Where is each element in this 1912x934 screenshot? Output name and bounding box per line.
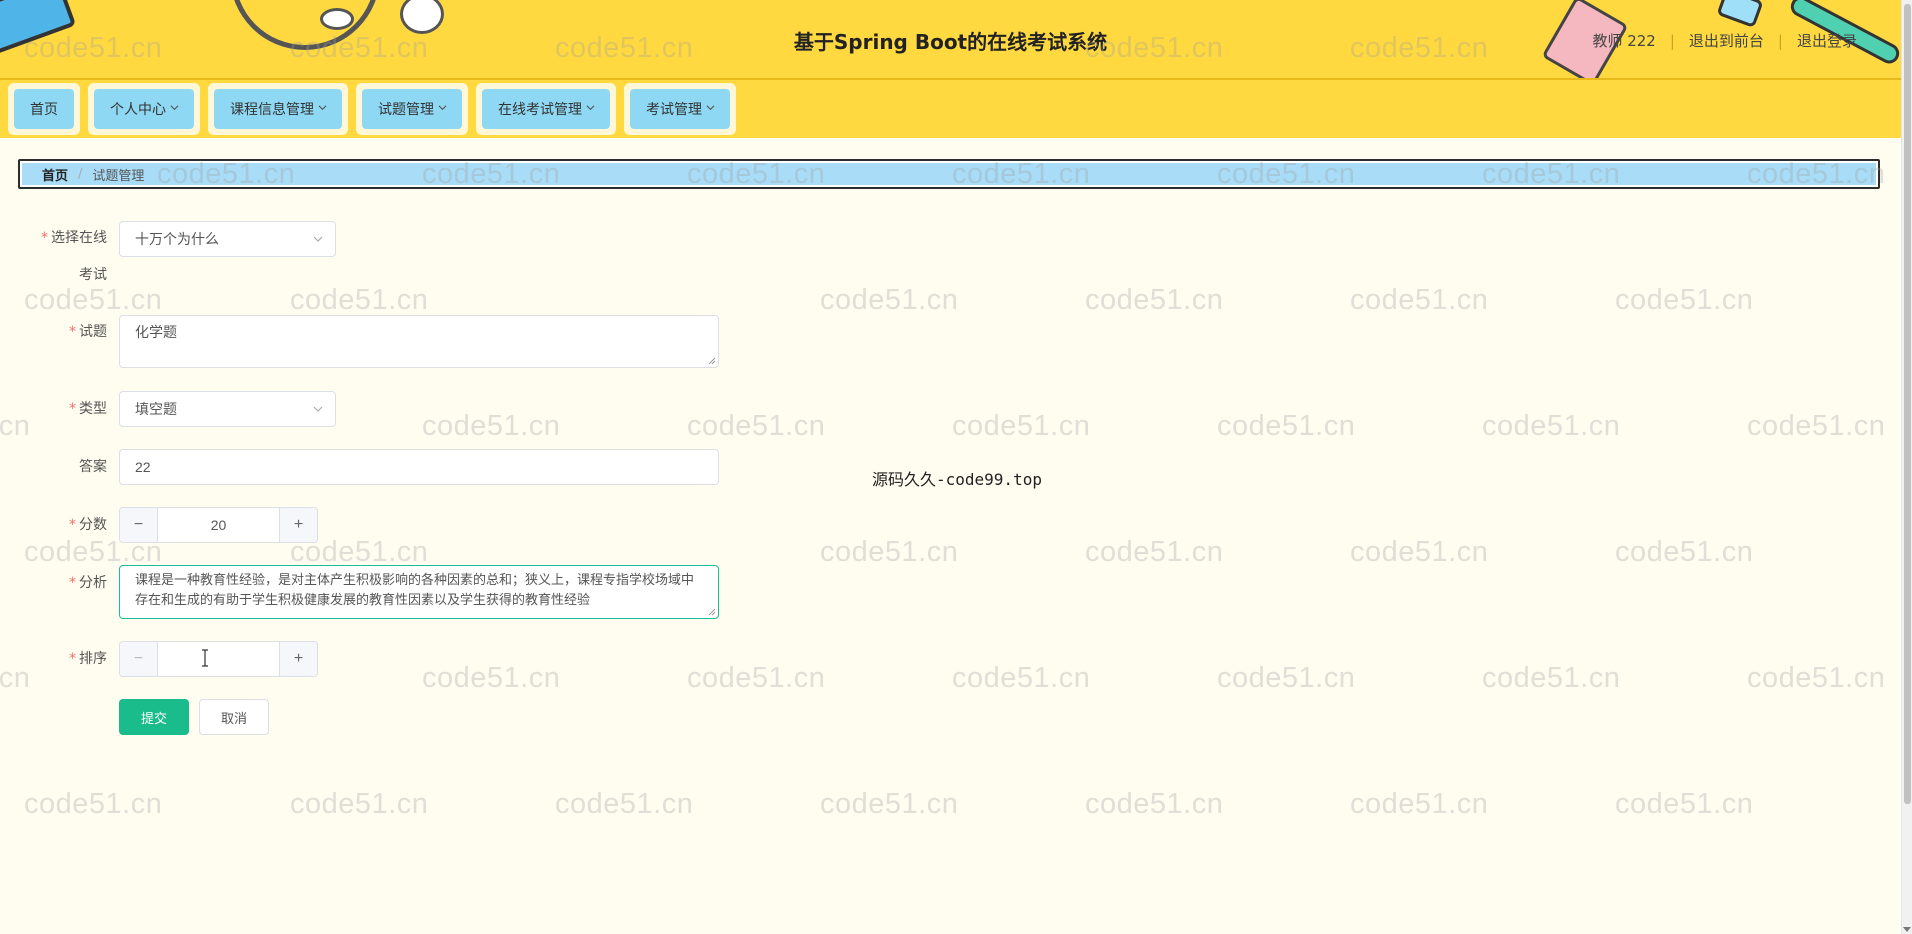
header-user-actions: 教师 222 | 退出到前台 | 退出登录: [1592, 30, 1857, 51]
watermark: code51.cn: [1615, 536, 1754, 568]
breadcrumb-current: 试题管理: [92, 168, 145, 184]
analysis-value: 课程是一种教育性经验，是对主体产生积极影响的各种因素的总和；狭义上，课程专指学校…: [135, 572, 695, 607]
analysis-label: * 分析: [69, 575, 107, 591]
watermark: code51.cn: [290, 284, 429, 316]
watermark: code51.cn: [952, 410, 1091, 442]
watermark: code51.cn: [1482, 410, 1621, 442]
answer-input[interactable]: 22: [119, 449, 719, 485]
watermark: code51.cn: [687, 410, 826, 442]
score-label: * 分数: [69, 517, 107, 533]
question-textarea[interactable]: 化学题: [119, 315, 719, 368]
nav-item-personal-center[interactable]: 个人中心: [88, 83, 200, 135]
nav-item-label: 课程信息管理: [230, 102, 314, 118]
watermark: code51.cn: [1085, 536, 1224, 568]
nav-item-home[interactable]: 首页: [8, 83, 80, 135]
scroll-down-arrow-icon[interactable]: [1903, 927, 1911, 932]
watermark: code51.cn: [820, 788, 959, 820]
score-decrement-button[interactable]: −: [120, 508, 158, 542]
nav-item-course-info[interactable]: 课程信息管理: [208, 83, 348, 135]
breadcrumb-home[interactable]: 首页: [42, 165, 68, 184]
watermark: code51.cn: [422, 410, 561, 442]
watermark: code51.cn: [687, 662, 826, 694]
answer-label: 答案: [79, 459, 107, 475]
chevron-down-icon: [586, 103, 595, 111]
front-page-link[interactable]: 退出到前台: [1689, 30, 1764, 51]
eraser-decoration: [1716, 0, 1764, 28]
watermark: code51.cn: [1350, 284, 1489, 316]
watermark: code51.cn: [1350, 788, 1489, 820]
logout-link[interactable]: 退出登录: [1797, 30, 1857, 51]
watermark: code51.cn: [24, 788, 163, 820]
watermark: code51.cn: [555, 788, 694, 820]
exam-select[interactable]: 十万个为什么: [119, 221, 336, 257]
chevron-down-icon: [313, 234, 323, 244]
nav-item-label: 个人中心: [110, 102, 166, 118]
watermark: code51.cn: [1482, 662, 1621, 694]
score-increment-button[interactable]: +: [279, 508, 317, 542]
watermark: code51.cn: [422, 662, 561, 694]
watermark: code51.cn: [1615, 788, 1754, 820]
order-value[interactable]: [158, 642, 279, 676]
nav-item-label: 首页: [30, 102, 58, 118]
main-nav: 首页 个人中心 课程信息管理 试题管理 在线考试管理 考试管理: [0, 80, 1901, 138]
watermark: code51.cn: [1217, 410, 1356, 442]
watermark: code51.cn: [1747, 410, 1886, 442]
chevron-down-icon: [318, 103, 327, 111]
watermark: code51.cn: [0, 410, 31, 442]
breadcrumb: 首页 / 试题管理: [18, 159, 1880, 189]
order-stepper[interactable]: − +: [119, 641, 318, 677]
scrollbar-thumb[interactable]: [1904, 4, 1911, 804]
watermark: code51.cn: [952, 662, 1091, 694]
exam-label-line2: 考试: [79, 267, 107, 283]
watermark: code51.cn: [290, 788, 429, 820]
nav-item-label: 在线考试管理: [498, 102, 582, 118]
cancel-button[interactable]: 取消: [199, 699, 269, 735]
nav-item-exam-mgmt[interactable]: 考试管理: [624, 83, 736, 135]
watermark: code51.cn: [1085, 284, 1224, 316]
chevron-down-icon: [170, 103, 179, 111]
exam-label: * 选择在线: [41, 230, 107, 246]
divider: |: [1777, 31, 1783, 50]
submit-button[interactable]: 提交: [119, 699, 189, 735]
vertical-scrollbar[interactable]: [1901, 0, 1912, 934]
watermark: code51.cn: [1217, 662, 1356, 694]
question-label: * 试题: [69, 324, 107, 340]
breadcrumb-separator: /: [78, 166, 83, 182]
score-stepper[interactable]: − 20 +: [119, 507, 318, 543]
watermark: code51.cn: [1350, 536, 1489, 568]
nav-item-question-mgmt[interactable]: 试题管理: [356, 83, 468, 135]
chevron-down-icon: [313, 404, 323, 414]
resize-handle-icon[interactable]: [708, 608, 716, 616]
watermark: code51.cn: [1747, 662, 1886, 694]
chevron-down-icon: [438, 103, 447, 111]
user-label: 教师 222: [1592, 32, 1656, 50]
watermark: code51.cn: [1085, 788, 1224, 820]
nav-item-label: 考试管理: [646, 102, 702, 118]
order-label: * 排序: [69, 651, 107, 667]
nav-item-label: 试题管理: [378, 102, 434, 118]
chevron-down-icon: [706, 103, 715, 111]
analysis-textarea[interactable]: 课程是一种教育性经验，是对主体产生积极影响的各种因素的总和；狭义上，课程专指学校…: [119, 565, 719, 619]
watermark: code51.cn: [820, 284, 959, 316]
text-cursor-icon: [202, 649, 208, 667]
type-select[interactable]: 填空题: [119, 391, 336, 427]
score-value[interactable]: 20: [158, 508, 279, 542]
source-watermark-text: 源码久久-code99.top: [872, 470, 1042, 489]
question-value: 化学题: [135, 324, 177, 340]
watermark: code51.cn: [1615, 284, 1754, 316]
divider: |: [1669, 31, 1675, 50]
watermark: code51.cn: [0, 662, 31, 694]
exam-select-value: 十万个为什么: [135, 231, 219, 247]
watermark: code51.cn: [820, 536, 959, 568]
resize-handle-icon[interactable]: [708, 357, 716, 365]
header-bar: 基于Spring Boot的在线考试系统 教师 222 | 退出到前台 | 退出…: [0, 0, 1901, 80]
order-increment-button[interactable]: +: [279, 642, 317, 676]
watermark: code51.cn: [24, 284, 163, 316]
answer-value: 22: [135, 459, 151, 475]
type-label: * 类型: [69, 401, 107, 417]
order-decrement-button[interactable]: −: [120, 642, 158, 676]
nav-item-online-exam-mgmt[interactable]: 在线考试管理: [476, 83, 616, 135]
type-select-value: 填空题: [135, 401, 177, 417]
